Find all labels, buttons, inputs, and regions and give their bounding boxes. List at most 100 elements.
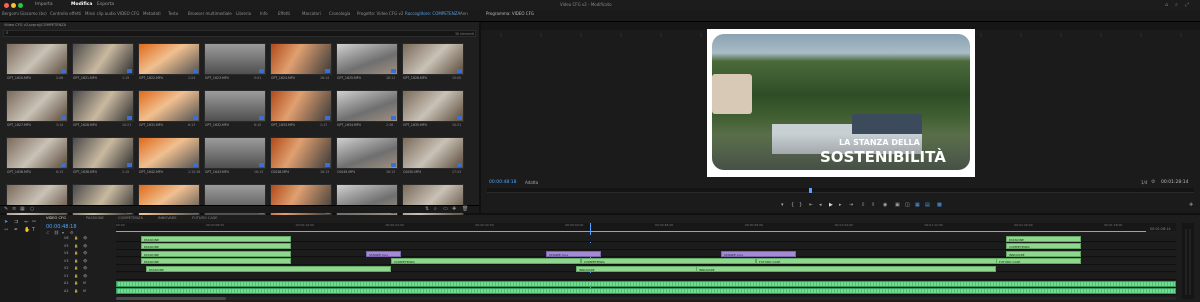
snap-icon[interactable]: ⊂ xyxy=(46,230,49,235)
home-icon[interactable]: ⌂ xyxy=(1165,2,1168,8)
lift-icon[interactable]: ⇧ xyxy=(861,202,865,208)
list-view-icon[interactable]: ≡ xyxy=(12,206,16,212)
mark-in-icon[interactable]: { xyxy=(791,202,794,208)
track-select-icon[interactable]: ⇉ xyxy=(14,219,18,225)
fit-select[interactable]: Adatta xyxy=(525,180,538,185)
lock-icon[interactable]: 🔒 xyxy=(74,251,78,255)
clip-thumbnail[interactable] xyxy=(138,43,200,75)
trash-icon[interactable]: 🗑 xyxy=(462,206,468,212)
track-label[interactable]: V4 xyxy=(64,251,68,255)
safe-margins-icon[interactable]: ▦ xyxy=(915,202,920,208)
go-to-out-icon[interactable]: ⇥ xyxy=(849,202,853,208)
clip-thumbnail[interactable] xyxy=(72,43,134,75)
timeline-clip[interactable]: STANZE.mov xyxy=(546,250,601,257)
workspace-tab[interactable]: Ann xyxy=(460,11,468,16)
extract-icon[interactable]: ⇪ xyxy=(871,202,875,208)
settings-icon[interactable]: ⚙ xyxy=(1151,179,1155,185)
sequence-tab-active[interactable]: VIDEO CFG xyxy=(46,216,66,220)
sequence-tab[interactable]: COMPETENZA xyxy=(118,216,143,220)
eye-icon[interactable]: 👁 xyxy=(83,251,87,255)
new-bin-icon[interactable]: ▭ xyxy=(443,206,448,212)
vr-icon[interactable]: ◫ xyxy=(905,202,910,208)
selection-tool-icon[interactable]: ➤ xyxy=(4,219,8,225)
sequence-tab[interactable]: FUTURO CASE xyxy=(192,216,218,220)
search-icon[interactable]: ⌕ xyxy=(1175,2,1178,8)
workspace-tab[interactable]: Minsi clip audio VIDEO CFG xyxy=(85,11,139,16)
timeline-clip[interactable]: PASSIONE xyxy=(141,243,291,249)
timeline-clip[interactable]: PASSIONE xyxy=(1006,235,1081,242)
lock-icon[interactable]: 🔒 xyxy=(74,274,78,278)
quality-select[interactable]: 1/4 xyxy=(1141,180,1147,185)
clip-thumbnail[interactable] xyxy=(138,90,200,122)
clip-thumbnail[interactable] xyxy=(336,43,398,75)
track-label[interactable]: V6 xyxy=(64,236,68,240)
timeline-clip[interactable]: INNOVARE xyxy=(576,265,706,272)
workspace-tab[interactable]: Libreria xyxy=(236,11,251,16)
track-label[interactable]: A1 xyxy=(64,281,68,285)
track-lane[interactable] xyxy=(116,272,1176,280)
timeline-clip[interactable]: COMPETENZA xyxy=(391,258,581,264)
program-timecode[interactable]: 00:00:48:18 xyxy=(489,180,516,185)
workspace-tab[interactable]: Bergomi Giacomo (bs) xyxy=(2,11,47,16)
track-label[interactable]: V2 xyxy=(64,266,68,270)
sort-icon[interactable]: ⇅ xyxy=(425,206,429,212)
lock-icon[interactable]: 🔒 xyxy=(74,259,78,263)
slip-tool-icon[interactable]: ⇿ xyxy=(4,227,8,233)
step-forward-icon[interactable]: ▸ xyxy=(839,202,842,208)
mode-tab-import[interactable]: Importa xyxy=(35,2,53,7)
timeline-clip[interactable]: COMPETENZA xyxy=(1006,243,1081,249)
eye-icon[interactable]: 👁 xyxy=(83,244,87,248)
workspace-tab[interactable]: Info xyxy=(260,11,268,16)
maximize-window-button[interactable] xyxy=(18,3,23,8)
add-button-icon[interactable]: ✚ xyxy=(1189,202,1193,208)
lock-icon[interactable]: 🔒 xyxy=(74,236,78,240)
timeline-ruler[interactable]: 00:00 00:00:08:00 00:00:16:00 00:00:24:00 00… xyxy=(116,223,1176,231)
hand-tool-icon[interactable]: ✋ xyxy=(24,227,30,233)
eye-icon[interactable]: 👁 xyxy=(83,236,87,240)
mode-tab-edit[interactable]: Modifica xyxy=(71,2,92,7)
timeline-clip[interactable]: PASSIONE xyxy=(141,258,291,264)
eye-icon[interactable]: 👁 xyxy=(83,259,87,263)
clip-thumbnail[interactable] xyxy=(402,43,464,75)
mode-tab-export[interactable]: Esporta xyxy=(97,2,114,7)
workspace-tab[interactable]: Cronologia xyxy=(329,11,350,16)
clip-thumbnail[interactable] xyxy=(336,137,398,169)
clip-thumbnail[interactable] xyxy=(6,43,68,75)
razor-tool-icon[interactable]: ✂ xyxy=(32,219,36,225)
search-bin-icon[interactable]: ⌕ xyxy=(434,206,437,212)
timeline-clip[interactable]: INNOVARE xyxy=(1006,250,1081,257)
eye-icon[interactable]: 👁 xyxy=(83,266,87,270)
clip-thumbnail[interactable] xyxy=(72,90,134,122)
fullscreen-icon[interactable]: ⤢ xyxy=(1185,2,1189,8)
timeline-scrollbar[interactable] xyxy=(116,297,1176,300)
workspace-tab[interactable]: Marcatori xyxy=(302,11,321,16)
audio-clip[interactable] xyxy=(116,288,1176,294)
timeline-clip[interactable]: PASSIONE xyxy=(146,265,391,272)
go-to-in-icon[interactable]: ⇤ xyxy=(809,202,813,208)
track-label[interactable]: V1 xyxy=(64,274,68,278)
proxy-icon[interactable]: ▤ xyxy=(925,202,930,208)
clip-thumbnail[interactable] xyxy=(270,137,332,169)
clip-thumbnail[interactable] xyxy=(204,137,266,169)
icon-view-icon[interactable]: ▦ xyxy=(20,206,25,212)
timeline-clip[interactable]: COMPETENZA xyxy=(581,258,756,264)
clip-thumbnail[interactable] xyxy=(6,90,68,122)
new-item-icon[interactable]: ✚ xyxy=(452,206,456,212)
workspace-tab[interactable]: Testo xyxy=(168,11,178,16)
minimize-window-button[interactable] xyxy=(11,3,16,8)
pencil-icon[interactable]: ✎ xyxy=(4,206,8,212)
clip-thumbnail[interactable] xyxy=(138,137,200,169)
clip-thumbnail[interactable] xyxy=(204,90,266,122)
track-label[interactable]: A2 xyxy=(64,289,68,293)
eye-icon[interactable]: 👁 xyxy=(83,274,87,278)
clip-thumbnail[interactable] xyxy=(270,90,332,122)
export-frame-icon[interactable]: ◉ xyxy=(883,202,887,208)
mute-icon[interactable]: M xyxy=(83,281,86,285)
program-tab[interactable]: Programma: VIDEO CFG xyxy=(486,11,534,16)
lock-icon[interactable]: 🔒 xyxy=(74,266,78,270)
clip-thumbnail[interactable] xyxy=(402,137,464,169)
workspace-tab[interactable]: Effetti xyxy=(278,11,290,16)
audio-clip[interactable] xyxy=(116,280,1176,287)
playhead[interactable] xyxy=(809,188,812,193)
clip-thumbnail[interactable] xyxy=(336,90,398,122)
